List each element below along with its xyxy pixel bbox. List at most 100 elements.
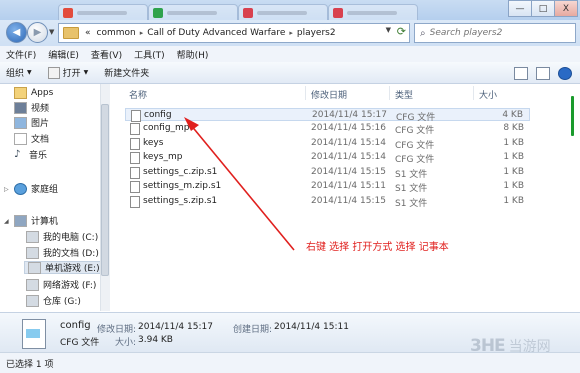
breadcrumb-game[interactable]: Call of Duty Advanced Warfare: [144, 28, 288, 38]
file-row[interactable]: config_mp 2014/11/4 15:16 CFG 文件 8 KB: [125, 122, 530, 136]
minimize-button[interactable]: —: [508, 0, 532, 17]
file-icon: [22, 319, 46, 349]
menu-file[interactable]: 文件(F): [6, 48, 36, 61]
back-button[interactable]: ◀: [6, 22, 27, 43]
nav-item-drive-e[interactable]: 单机游戏 (E:): [24, 261, 110, 274]
nav-item-videos[interactable]: 视频: [14, 101, 49, 114]
maximize-button[interactable]: □: [531, 0, 555, 17]
file-type: S1 文件: [395, 170, 428, 180]
menu-tools[interactable]: 工具(T): [134, 48, 165, 61]
column-header-size[interactable]: 大小: [479, 88, 497, 101]
address-bar[interactable]: « common ▸ Call of Duty Advanced Warfare…: [58, 23, 410, 43]
breadcrumb-common[interactable]: common: [94, 28, 139, 38]
browser-tab-strip: — □ X: [0, 0, 580, 21]
file-name: config_mp: [143, 123, 190, 133]
file-row[interactable]: keys 2014/11/4 15:14 CFG 文件 1 KB: [125, 137, 530, 151]
nav-item-computer[interactable]: 计算机: [14, 214, 58, 227]
collapse-icon[interactable]: ◢: [4, 218, 9, 225]
file-type: CFG 文件: [395, 141, 435, 151]
search-box[interactable]: ⌕: [414, 23, 576, 43]
details-modified-value: 2014/11/4 15:17: [138, 322, 213, 332]
details-size-value: 3.94 KB: [138, 335, 173, 345]
window-controls: — □ X: [508, 0, 578, 17]
menu-edit[interactable]: 编辑(E): [48, 48, 79, 61]
menu-view[interactable]: 查看(V): [91, 48, 122, 61]
file-date: 2014/11/4 15:15: [311, 196, 386, 206]
tab[interactable]: [58, 4, 148, 21]
scroll-thumb[interactable]: [101, 104, 109, 276]
file-row[interactable]: config 2014/11/4 15:17 CFG 文件 4 KB: [125, 108, 530, 123]
file-type: S1 文件: [395, 199, 428, 209]
details-modified-label: 修改日期:: [97, 325, 137, 335]
new-folder-label: 新建文件夹: [104, 69, 150, 79]
side-indicator: [568, 84, 580, 311]
file-row[interactable]: settings_c.zip.s1 2014/11/4 15:15 S1 文件 …: [125, 166, 530, 180]
view-controls: [514, 67, 572, 80]
chevron-down-icon: ▼: [83, 69, 89, 76]
file-row[interactable]: settings_s.zip.s1 2014/11/4 15:15 S1 文件 …: [125, 195, 530, 209]
expand-icon[interactable]: ▷: [4, 186, 9, 193]
nav-item-drive-d[interactable]: 我的文档 (D:): [26, 246, 99, 259]
details-created-value: 2014/11/4 15:11: [274, 322, 349, 332]
nav-item-apps[interactable]: Apps: [14, 86, 53, 99]
preview-pane-icon[interactable]: [536, 67, 550, 80]
nav-label: 我的文档 (D:): [43, 249, 99, 259]
nav-label: Apps: [31, 87, 54, 98]
column-header-name[interactable]: 名称: [129, 88, 147, 101]
file-size: 1 KB: [503, 138, 524, 148]
address-dropdown[interactable]: ▼: [386, 26, 391, 34]
nav-item-documents[interactable]: 文档: [14, 132, 49, 145]
nav-item-music[interactable]: ♪ 音乐: [14, 148, 47, 161]
nav-item-drive-g[interactable]: 仓库 (G:): [26, 294, 81, 307]
search-input[interactable]: [429, 28, 560, 38]
open-button[interactable]: 打开 ▼: [47, 66, 89, 79]
breadcrumb-overflow[interactable]: «: [82, 28, 94, 38]
nav-item-pictures[interactable]: 图片: [14, 116, 49, 129]
green-indicator: [571, 96, 574, 136]
file-size: 1 KB: [503, 181, 524, 191]
help-icon[interactable]: [558, 67, 572, 80]
nav-label: 视频: [31, 104, 50, 114]
organize-label: 组织: [6, 69, 25, 79]
file-name: settings_s.zip.s1: [143, 196, 218, 206]
nav-label: 网络游戏 (F:): [43, 281, 97, 291]
tab[interactable]: [328, 4, 418, 21]
tab[interactable]: [238, 4, 328, 21]
details-size-label: 大小:: [115, 338, 137, 348]
annotation-text: 右键 选择 打开方式 选择 记事本: [306, 242, 449, 253]
drive-icon: [26, 230, 39, 243]
file-name: keys_mp: [143, 152, 183, 162]
homegroup-icon: [14, 182, 27, 195]
nav-label: 仓库 (G:): [43, 297, 81, 307]
organize-button[interactable]: 组织 ▼: [6, 66, 32, 79]
nav-label: 计算机: [31, 217, 59, 227]
column-header-date[interactable]: 修改日期: [311, 88, 347, 101]
column-header-type[interactable]: 类型: [395, 88, 413, 101]
video-icon: [14, 101, 27, 114]
forward-button[interactable]: ▶: [27, 22, 48, 43]
column-divider[interactable]: [305, 86, 306, 100]
details-created-label: 创建日期:: [233, 325, 273, 335]
close-button[interactable]: X: [554, 0, 578, 17]
menu-help[interactable]: 帮助(H): [177, 48, 209, 61]
folder-icon: [63, 27, 79, 39]
refresh-icon[interactable]: ⟳: [397, 25, 406, 38]
file-date: 2014/11/4 15:14: [311, 152, 386, 162]
file-row[interactable]: keys_mp 2014/11/4 15:14 CFG 文件 1 KB: [125, 151, 530, 165]
drive-icon: [26, 278, 39, 291]
nav-item-drive-c[interactable]: 我的电脑 (C:): [26, 230, 98, 243]
nav-item-drive-f[interactable]: 网络游戏 (F:): [26, 278, 96, 291]
nav-item-homegroup[interactable]: 家庭组: [14, 182, 58, 195]
open-label: 打开: [62, 69, 81, 79]
column-divider[interactable]: [473, 86, 474, 100]
column-divider[interactable]: [389, 86, 390, 100]
file-row[interactable]: settings_m.zip.s1 2014/11/4 15:11 S1 文件 …: [125, 180, 530, 194]
tab[interactable]: [148, 4, 238, 21]
view-options-icon[interactable]: [514, 67, 528, 80]
breadcrumb-players2[interactable]: players2: [294, 28, 339, 38]
file-name: settings_m.zip.s1: [143, 181, 222, 191]
new-folder-button[interactable]: 新建文件夹: [104, 66, 149, 79]
file-date: 2014/11/4 15:15: [311, 167, 386, 177]
recent-pages-dropdown[interactable]: ▼: [49, 28, 54, 36]
navigation-scrollbar[interactable]: [100, 84, 110, 311]
